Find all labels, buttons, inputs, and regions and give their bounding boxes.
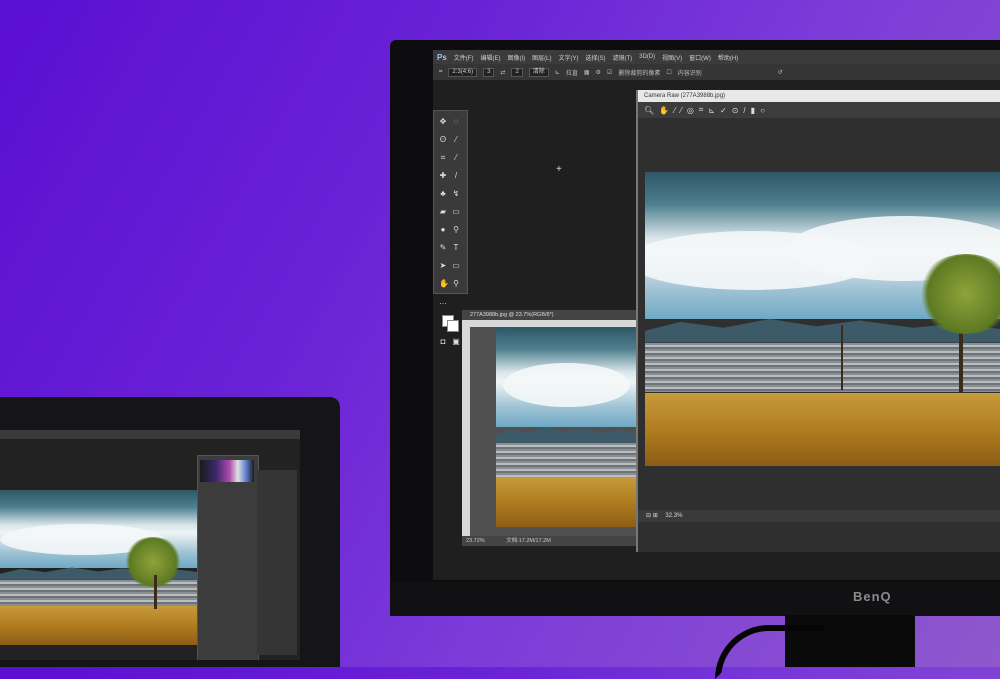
white-balance-icon[interactable]: ⁄ [674,106,675,115]
laptop-screen [0,430,300,660]
dodge-tool-icon[interactable]: ⚲ [452,226,460,234]
monitor-brand-logo: BenQ [853,589,892,604]
camera-raw-title: Camera Raw (277A3988b.jpg) [638,90,1000,102]
delete-cropped-label: 删除裁剪的像素 [618,70,661,77]
menu-help[interactable]: 帮助(H) [718,53,738,62]
straighten-icon[interactable]: ⊾ [555,69,560,76]
brush-tool-icon[interactable]: / [452,172,460,180]
menu-layer[interactable]: 图层(L) [532,53,551,62]
document-window: 277A3988b.jpg @ 23.7%(RGB/8*) 23.72% 文档:… [462,310,645,546]
horizontal-ruler [462,320,637,327]
menu-type[interactable]: 文字(Y) [558,53,578,62]
menu-filter[interactable]: 滤镜(T) [612,53,632,62]
red-eye-icon[interactable]: ⊙ [732,106,739,115]
vertical-ruler [462,327,470,538]
monitor-screen: Ps 文件(F) 编辑(E) 图像(I) 图层(L) 文字(Y) 选择(S) 滤… [433,50,1000,580]
document-status-bar: 23.72% 文档:17.2M/17.2M [462,536,641,546]
menu-select[interactable]: 选择(S) [585,53,605,62]
options-bar: ⌗ 2:3(4:6) 3 ⇄ 2 清除 ⊾ 拉直 ▦ ⚙ ☑ 删除裁剪的像素 ☐… [433,64,1000,80]
doc-size: 文档:17.2M/17.2M [506,538,551,544]
color-sampler-icon[interactable]: ⁄ [680,106,681,115]
content-aware-label: 内容识别 [677,70,702,77]
history-brush-icon[interactable]: ↯ [452,190,460,198]
more-tools-icon[interactable]: … [439,298,447,306]
menu-file[interactable]: 文件(F) [454,53,474,62]
content-aware-checkbox[interactable]: ☐ [666,69,671,76]
photoshop-logo: Ps [437,52,447,62]
spot-removal-icon[interactable]: ✓ [720,106,727,115]
color-swatches[interactable] [442,315,459,332]
laptop-adjustments-panel [197,455,259,660]
adjustment-brush-icon[interactable]: / [743,106,745,115]
menu-view[interactable]: 视图(V) [662,53,682,62]
crop-tool-icon[interactable]: ⌗ [439,154,447,162]
camera-raw-window: Camera Raw (277A3988b.jpg) 🔍︎ ✋ ⁄ ⁄ ◎ ⌗ … [636,90,1000,552]
straighten-icon[interactable]: ⊾ [708,106,715,115]
document-tab[interactable]: 277A3988b.jpg @ 23.7%(RGB/8*) [462,310,645,320]
delete-cropped-checkbox[interactable]: ☑ [607,69,612,76]
crosshair-cursor-icon: + [556,164,562,175]
zoom-icon[interactable]: 🔍︎ [644,106,654,115]
eraser-tool-icon[interactable]: ▰ [439,208,447,216]
marquee-tool-icon[interactable]: ◌ [452,118,460,126]
blur-tool-icon[interactable]: ● [439,226,447,234]
laptop-menu-bar [0,430,300,439]
gradient-tool-icon[interactable]: ▭ [452,208,460,216]
targeted-adjust-icon[interactable]: ◎ [687,106,694,115]
type-tool-icon[interactable]: T [452,244,460,252]
move-tool-icon[interactable]: ✥ [439,118,447,126]
height-field[interactable]: 2 [511,67,523,77]
lasso-tool-icon[interactable]: ʘ [439,136,447,144]
graduated-filter-icon[interactable]: ▮ [751,106,755,115]
zoom-level[interactable]: 23.72% [466,538,485,544]
healing-tool-icon[interactable]: ✚ [439,172,447,180]
camera-raw-preview [645,172,1000,466]
eyedropper-tool-icon[interactable]: ⁄ [452,154,460,162]
hand-icon[interactable]: ✋ [659,106,669,115]
width-field[interactable]: 3 [483,67,495,77]
zoom-tool-icon[interactable]: ⚲ [452,280,460,288]
menu-edit[interactable]: 编辑(E) [480,53,500,62]
crop-icon[interactable]: ⌗ [699,105,704,115]
menu-image[interactable]: 图像(I) [507,53,525,62]
pen-tool-icon[interactable]: ✎ [439,244,447,252]
crop-icon[interactable]: ⌗ [439,69,442,76]
histogram [200,460,254,482]
swap-icon[interactable]: ⇄ [500,69,505,76]
document-image [496,327,637,527]
shape-tool-icon[interactable]: ▭ [452,262,460,270]
laptop-image [0,490,205,645]
cable [715,625,827,679]
camera-raw-zoom[interactable]: 32.3% [665,513,682,519]
camera-raw-toolbar: 🔍︎ ✋ ⁄ ⁄ ◎ ⌗ ⊾ ✓ ⊙ / ▮ ○ [638,102,1000,118]
clear-button[interactable]: 清除 [528,67,549,77]
monitor-chin [390,582,1000,616]
radial-filter-icon[interactable]: ○ [760,106,765,115]
straighten-label[interactable]: 拉直 [566,68,578,77]
path-select-icon[interactable]: ➤ [439,262,447,270]
zoom-out-icon[interactable]: ⊟ [646,513,651,519]
grid-icon[interactable]: ▦ [584,69,590,76]
tools-panel: ✥ ◌ ʘ ⁄ ⌗ ⁄ ✚ / ♣ ↯ ▰ ▭ ● ⚲ ✎ T ➤ ▭ ✋ ⚲ … ◘ ▣ [433,110,468,346]
camera-raw-status: ⊟ ⊞ 32.3% [638,510,1000,522]
zoom-in-icon[interactable]: ⊞ [653,513,658,519]
stamp-tool-icon[interactable]: ♣ [439,190,447,198]
laptop-side-panel [257,470,297,655]
ratio-select[interactable]: 2:3(4:6) [448,67,478,77]
gear-icon[interactable]: ⚙ [596,69,601,76]
menu-bar: Ps 文件(F) 编辑(E) 图像(I) 图层(L) 文字(Y) 选择(S) 滤… [433,50,1000,64]
reset-icon[interactable]: ↺ [778,69,783,76]
quick-mask-icon[interactable]: ◘ [439,338,447,346]
menu-window[interactable]: 窗口(W) [689,53,711,62]
menu-3d[interactable]: 3D(D) [639,54,655,60]
screen-mode-icon[interactable]: ▣ [452,338,460,346]
wand-tool-icon[interactable]: ⁄ [452,136,460,144]
hand-tool-icon[interactable]: ✋ [439,280,449,288]
